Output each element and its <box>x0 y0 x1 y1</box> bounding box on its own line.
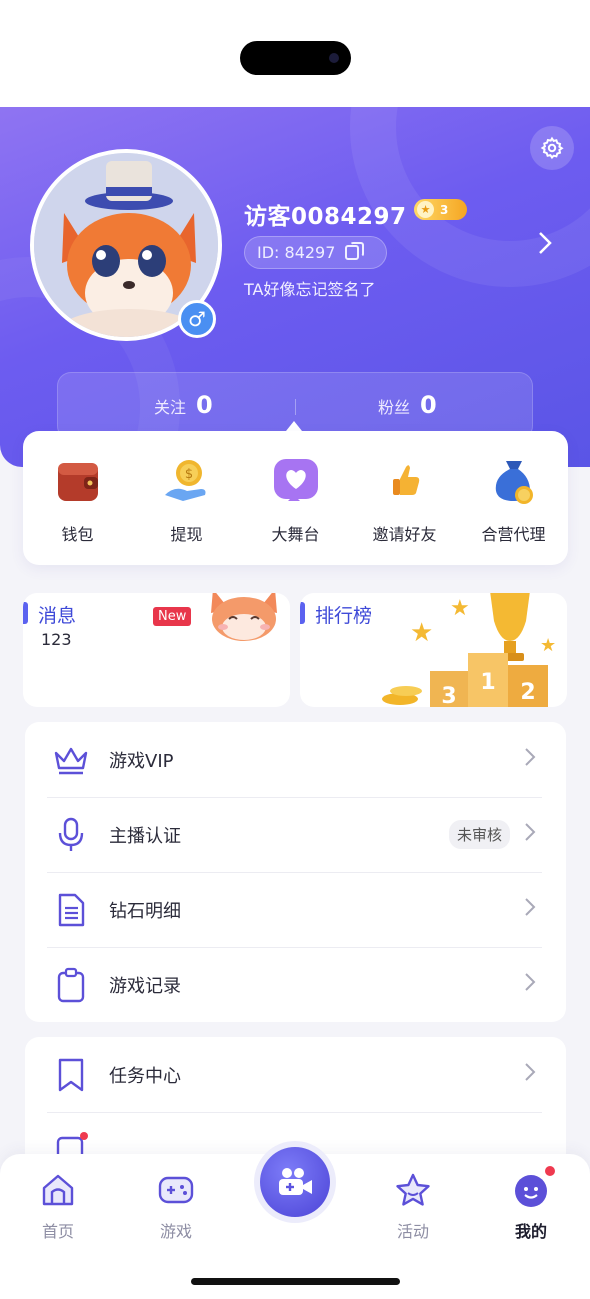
menu-row-anchor-certification[interactable]: 主播认证 未审核 <box>25 797 566 872</box>
menu-label: 游戏记录 <box>109 975 181 997</box>
tab-mine[interactable]: 我的 <box>491 1164 571 1242</box>
svg-text:$: $ <box>184 467 192 482</box>
status-bar <box>0 0 590 107</box>
trophy-podium-image: ★ ★ ★ 3 1 2 <box>382 593 556 707</box>
dynamic-island <box>240 41 351 75</box>
menu-row-diamond-details[interactable]: 钻石明细 <box>25 872 566 947</box>
accent-bar <box>23 602 28 624</box>
thumbs-up-icon <box>379 455 431 507</box>
following-label: 关注 <box>154 398 187 417</box>
messages-count: 123 <box>41 630 72 649</box>
menu-label: 任务中心 <box>109 1065 181 1087</box>
chevron-right-icon <box>524 972 536 998</box>
ranking-title: 排行榜 <box>315 605 373 627</box>
menu-row-game-vip[interactable]: 游戏VIP <box>25 722 566 797</box>
quick-action-label: 大舞台 <box>271 525 320 544</box>
live-stream-center-button[interactable] <box>260 1147 330 1217</box>
crown-icon <box>53 742 89 778</box>
document-icon <box>53 892 89 928</box>
chevron-right-icon <box>524 747 536 773</box>
gender-male-badge: ♂ <box>178 300 216 338</box>
accent-bar <box>300 602 305 624</box>
quick-action-big-stage[interactable]: 大舞台 <box>241 455 350 545</box>
quick-actions-card: 钱包 $ 提现 大舞台 邀请好友 合营代理 <box>23 431 568 565</box>
svg-text:★: ★ <box>450 596 470 621</box>
following-stat[interactable]: 关注 0 <box>154 391 213 419</box>
status-badge: 未审核 <box>448 820 510 849</box>
profile-chevron-right-icon[interactable] <box>536 230 554 263</box>
stats-divider <box>295 399 296 415</box>
star-icon <box>393 1170 433 1210</box>
messages-title: 消息 <box>38 605 77 627</box>
coin-hand-icon: $ <box>161 455 213 507</box>
quick-action-wallet[interactable]: 钱包 <box>23 455 132 545</box>
microphone-icon <box>53 817 89 853</box>
quick-action-label: 钱包 <box>61 525 94 544</box>
svg-text:★: ★ <box>540 635 556 656</box>
tab-label: 游戏 <box>159 1222 192 1241</box>
menu-row-task-center[interactable]: 任务中心 <box>25 1037 566 1112</box>
quick-action-invite-friends[interactable]: 邀请好友 <box>350 455 459 545</box>
chevron-right-icon <box>524 1062 536 1088</box>
wallet-icon <box>52 455 104 507</box>
notification-dot <box>543 1164 557 1178</box>
svg-text:★: ★ <box>410 618 433 648</box>
home-icon <box>38 1170 78 1210</box>
quick-action-joint-agent[interactable]: 合营代理 <box>459 455 568 545</box>
new-badge: New <box>153 607 192 626</box>
ranking-card[interactable]: 排行榜 ★ ★ ★ 3 1 2 <box>300 593 567 707</box>
copy-icon[interactable] <box>345 242 365 260</box>
user-id-pill[interactable]: ID: 84297 <box>244 236 387 269</box>
quick-action-withdraw[interactable]: $ 提现 <box>132 455 241 545</box>
money-bag-icon <box>488 455 540 507</box>
menu-label: 游戏VIP <box>109 750 174 772</box>
profile-face-icon <box>511 1164 557 1210</box>
tab-label: 我的 <box>514 1222 547 1241</box>
podium-second: 2 <box>520 680 535 705</box>
quick-action-label: 邀请好友 <box>372 525 437 544</box>
menu-row-game-records[interactable]: 游戏记录 <box>25 947 566 1022</box>
settings-button[interactable] <box>530 126 574 170</box>
heart-chat-icon <box>270 455 322 507</box>
tab-activity[interactable]: 活动 <box>373 1170 453 1242</box>
podium-first: 1 <box>480 670 495 695</box>
home-indicator <box>191 1278 400 1285</box>
menu-card-main: 游戏VIP 主播认证 未审核 钻石明细 游戏记录 <box>25 722 566 1022</box>
bookmark-icon <box>53 1057 89 1093</box>
user-id-text: ID: 84297 <box>257 243 336 262</box>
star-icon: ★ <box>417 201 434 218</box>
gamepad-icon <box>156 1170 196 1210</box>
tab-home[interactable]: 首页 <box>18 1170 98 1242</box>
level-number: 3 <box>440 202 449 217</box>
fans-label: 粉丝 <box>378 398 411 417</box>
quick-action-label: 合营代理 <box>481 525 546 544</box>
fans-stat[interactable]: 粉丝 0 <box>378 391 437 419</box>
level-badge: ★ 3 <box>414 199 467 220</box>
menu-label: 钻石明细 <box>109 900 181 922</box>
quick-action-label: 提现 <box>170 525 203 544</box>
clipboard-icon <box>53 967 89 1003</box>
signature-text: TA好像忘记签名了 <box>244 280 376 299</box>
following-count: 0 <box>196 391 213 419</box>
tab-label: 首页 <box>41 1222 74 1241</box>
chevron-right-icon <box>524 897 536 923</box>
tab-label: 活动 <box>396 1222 429 1241</box>
fans-count: 0 <box>420 391 437 419</box>
username: 访客0084297 <box>244 204 407 230</box>
tab-games[interactable]: 游戏 <box>136 1170 216 1242</box>
chevron-right-icon <box>524 822 536 848</box>
podium-third: 3 <box>441 684 456 707</box>
messages-card[interactable]: 消息 123 New <box>23 593 290 707</box>
gear-icon <box>540 136 564 160</box>
menu-label: 主播认证 <box>109 825 181 847</box>
fox-mascot-image <box>211 593 277 641</box>
live-camera-icon <box>279 1168 312 1195</box>
